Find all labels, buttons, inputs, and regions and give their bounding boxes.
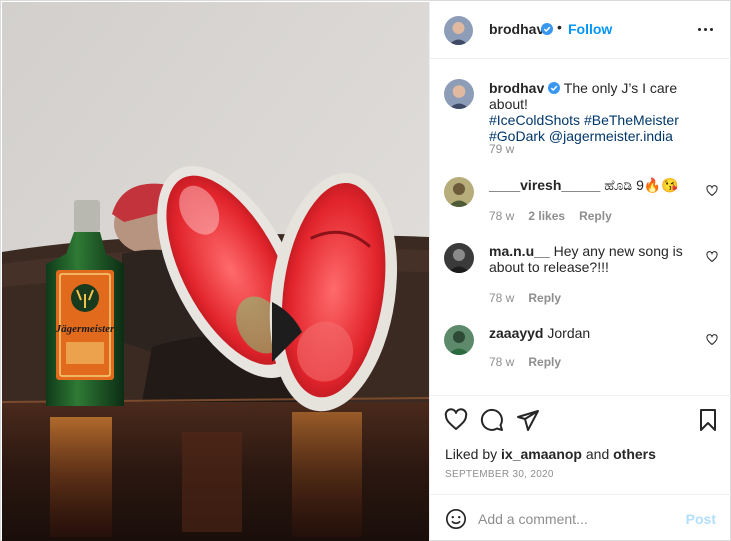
comment-text: zaaayyd Jordan (489, 325, 699, 341)
reply-button[interactable]: Reply (528, 291, 561, 305)
comment-like-heart-icon[interactable] (706, 251, 718, 263)
caption-avatar[interactable] (444, 79, 474, 109)
hashtag-link[interactable]: #IceColdShots (489, 112, 580, 128)
comment-icon[interactable] (480, 408, 504, 432)
verified-badge-icon (548, 82, 561, 94)
comment-timestamp[interactable]: 78 w (489, 209, 514, 223)
separator-dot: • (557, 19, 562, 35)
comment-timestamp[interactable]: 78 w (489, 291, 514, 305)
comment-like-heart-icon[interactable] (706, 334, 718, 346)
commenter-username[interactable]: ____viresh_____ (489, 177, 600, 193)
liked-by-middle: and (581, 446, 614, 462)
comment-likes[interactable]: 2 likes (528, 209, 565, 223)
post-date[interactable]: SEPTEMBER 30, 2020 (445, 469, 554, 480)
share-icon[interactable] (516, 408, 540, 432)
author-avatar[interactable] (444, 16, 473, 45)
verified-badge-icon (541, 23, 553, 35)
caption-username[interactable]: brodhav (489, 80, 544, 96)
comment-like-heart-icon[interactable] (706, 185, 718, 197)
comment-meta: 78 w 2 likes Reply (489, 209, 612, 223)
liked-by-user[interactable]: ix_amaanop (501, 446, 582, 462)
post-dialog: Jägermeister brodhav • Follow brodhav Th… (0, 0, 731, 541)
post-actions: Liked by ix_amaanop and others SEPTEMBER… (430, 395, 731, 541)
liked-by-others[interactable]: others (613, 446, 656, 462)
post-comment-button[interactable]: Post (686, 511, 716, 527)
more-options-icon[interactable] (696, 20, 716, 38)
bookmark-icon[interactable] (696, 408, 720, 432)
comment-item: ma.n.u__ Hey any new song is about to re… (430, 243, 731, 305)
liked-by-prefix: Liked by (445, 446, 502, 462)
comments-list[interactable]: brodhav The only J’s I care about! #IceC… (430, 60, 731, 395)
caption-timestamp[interactable]: 79 w (489, 142, 514, 156)
mention-link[interactable]: @jagermeister.india (549, 128, 673, 144)
comment-timestamp[interactable]: 78 w (489, 355, 514, 369)
liked-by: Liked by ix_amaanop and others (445, 446, 656, 462)
emoji-icon[interactable] (445, 508, 467, 530)
comment-text: ma.n.u__ Hey any new song is about to re… (489, 243, 699, 275)
commenter-avatar[interactable] (444, 177, 474, 207)
commenter-avatar[interactable] (444, 243, 474, 273)
post-photo[interactable]: Jägermeister (2, 2, 429, 541)
bottle-label-text: Jägermeister (55, 323, 115, 335)
comment-item: zaaayyd Jordan 78 w Reply (430, 325, 731, 385)
comment-body: Jordan (547, 325, 591, 341)
caption-text: brodhav The only J’s I care about! #IceC… (489, 80, 714, 144)
post-side-panel: brodhav • Follow brodhav The only J’s I … (429, 2, 731, 541)
comment-meta: 78 w Reply (489, 355, 561, 369)
add-comment-input[interactable] (478, 507, 678, 531)
commenter-avatar[interactable] (444, 325, 474, 355)
comment-text: ____viresh_____ ಹೊಡಿ 9🔥😘 (489, 177, 699, 193)
comment-body: ಹೊಡಿ 9🔥😘 (604, 177, 679, 193)
reply-button[interactable]: Reply (579, 209, 612, 223)
heart-icon[interactable] (444, 408, 468, 432)
post-photo-graphic: Jägermeister (2, 2, 429, 541)
add-comment-bar: Post (430, 494, 731, 541)
comment-meta: 78 w Reply (489, 291, 561, 305)
commenter-username[interactable]: zaaayyd (489, 325, 543, 341)
commenter-username[interactable]: ma.n.u__ (489, 243, 550, 259)
hashtag-link[interactable]: #BeTheMeister (584, 112, 679, 128)
comment-item: ____viresh_____ ಹೊಡಿ 9🔥😘 78 w 2 likes Repl… (430, 177, 731, 237)
reply-button[interactable]: Reply (528, 355, 561, 369)
author-username[interactable]: brodhav (489, 21, 544, 37)
post-header: brodhav • Follow (430, 2, 731, 59)
follow-button[interactable]: Follow (568, 21, 612, 37)
